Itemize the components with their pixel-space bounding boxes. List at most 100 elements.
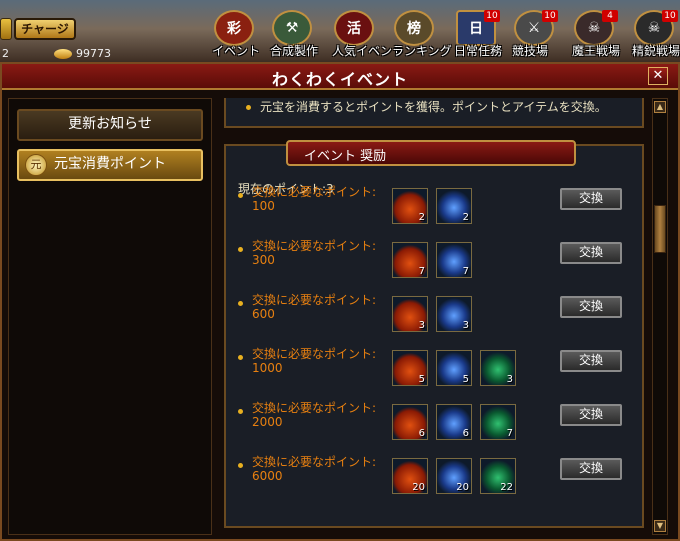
hud-label[interactable]: 魔王戦場 <box>572 42 620 59</box>
required-points-value: 600 <box>252 307 275 321</box>
hud-glyph-icon: ⚔ <box>527 20 541 36</box>
item-quantity: 5 <box>462 374 469 385</box>
notice-text: 元宝を消費するとポイントを獲得。ポイントとアイテムを交換。 <box>260 100 607 114</box>
reward-row: 交換に必要なポイント: 100 2 2 交換 <box>236 186 636 230</box>
hud-glyph-icon: 活 <box>347 21 361 37</box>
scrollbar[interactable]: ▲ ▼ <box>652 98 668 535</box>
bullet-icon <box>238 247 243 252</box>
reward-item-bag-icon[interactable]: 2 <box>392 188 428 224</box>
reward-row: 交換に必要なポイント: 1000 5 5 3 交換 <box>236 348 636 392</box>
nav-ingot-points-label: 元宝消費ポイント <box>54 156 166 172</box>
reward-header: イベント 奨励 <box>286 140 576 166</box>
required-points-value: 100 <box>252 199 275 213</box>
required-points-label: 交換に必要なポイント: <box>252 293 377 307</box>
required-points-label: 交換に必要なポイント: <box>252 401 377 415</box>
reward-item-bottle-icon[interactable]: 3 <box>436 296 472 332</box>
scroll-thumb[interactable] <box>654 205 666 253</box>
reward-header-title: イベント 奨励 <box>304 149 387 164</box>
hud-label[interactable]: 合成製作 <box>270 42 318 59</box>
reward-item-bottle-icon[interactable]: 6 <box>436 404 472 440</box>
hud-glyph-icon: ☠ <box>647 20 661 36</box>
reward-item-bag-icon[interactable]: 7 <box>392 242 428 278</box>
gold-ingot-icon <box>54 49 72 59</box>
bullet-icon <box>246 105 251 110</box>
hud-badge: 10 <box>662 10 678 22</box>
bullet-icon <box>238 301 243 306</box>
reward-item-bag-icon[interactable]: 3 <box>392 296 428 332</box>
ingot-coin-icon: 元 <box>25 154 47 176</box>
nav-update-notice[interactable]: 更新お知らせ <box>17 109 203 141</box>
close-button[interactable]: ✕ <box>648 67 668 85</box>
exchange-button[interactable]: 交換 <box>560 404 622 426</box>
hud-badge: 4 <box>602 10 618 22</box>
exchange-button[interactable]: 交換 <box>560 458 622 480</box>
required-points-label: 交換に必要なポイント: <box>252 239 377 253</box>
exchange-button[interactable]: 交換 <box>560 188 622 210</box>
hud-label[interactable]: ランキング <box>392 42 452 59</box>
exchange-button[interactable]: 交換 <box>560 296 622 318</box>
reward-item-bag-icon[interactable]: 20 <box>392 458 428 494</box>
item-quantity: 6 <box>418 428 425 439</box>
reward-item-bottle-icon[interactable]: 5 <box>436 350 472 386</box>
bullet-icon <box>238 355 243 360</box>
hud-left-button[interactable] <box>0 18 12 40</box>
bullet-icon <box>238 193 243 198</box>
item-quantity: 3 <box>418 320 425 331</box>
required-points-value: 2000 <box>252 415 283 429</box>
reward-item-chest-icon[interactable]: 7 <box>480 404 516 440</box>
notice-panel: 元宝を消費するとポイントを獲得。ポイントとアイテムを交換。 <box>224 98 644 128</box>
required-points-value: 300 <box>252 253 275 267</box>
item-quantity: 7 <box>506 428 513 439</box>
bullet-icon <box>238 409 243 414</box>
reward-row: 交換に必要なポイント: 6000 20 20 22 交換 <box>236 456 636 500</box>
exchange-button[interactable]: 交換 <box>560 242 622 264</box>
item-quantity: 2 <box>462 212 469 223</box>
top-hud: チャージ 2万 99773 彩 イベント ⚒ 合成製作 活 人気イベント 榜 ラ… <box>0 0 680 75</box>
item-quantity: 20 <box>412 482 425 493</box>
item-quantity: 5 <box>418 374 425 385</box>
item-quantity: 2 <box>418 212 425 223</box>
reward-item-chest-icon[interactable]: 22 <box>480 458 516 494</box>
item-quantity: 3 <box>462 320 469 331</box>
reward-item-bottle-icon[interactable]: 7 <box>436 242 472 278</box>
reward-row: 交換に必要なポイント: 2000 6 6 7 交換 <box>236 402 636 446</box>
item-quantity: 7 <box>418 266 425 277</box>
hud-icon-1[interactable]: ⚒ <box>272 10 312 46</box>
bullet-icon <box>238 463 243 468</box>
hud-glyph-icon: ⚒ <box>285 20 299 36</box>
item-quantity: 20 <box>456 482 469 493</box>
item-quantity: 7 <box>462 266 469 277</box>
hud-glyph-icon: 榜 <box>407 21 421 37</box>
hud-icon-0[interactable]: 彩 <box>214 10 254 46</box>
hud-label[interactable]: イベント <box>212 42 260 59</box>
hud-label[interactable]: 精鋭戦場 <box>632 42 680 59</box>
reward-item-bottle-icon[interactable]: 20 <box>436 458 472 494</box>
hud-icon-2[interactable]: 活 <box>334 10 374 46</box>
nav-ingot-points[interactable]: 元 元宝消費ポイント <box>17 149 203 181</box>
scroll-down-arrow-icon[interactable]: ▼ <box>654 520 666 532</box>
hud-label[interactable]: 競技場 <box>512 42 548 59</box>
currency-amount-b: 99773 <box>76 47 111 60</box>
required-points-value: 6000 <box>252 469 283 483</box>
window-title-bar: わくわくイベント ✕ <box>2 64 678 90</box>
exchange-button[interactable]: 交換 <box>560 350 622 372</box>
reward-panel: イベント 奨励 現在のポイント:3 交換に必要なポイント: 100 2 2 交換… <box>224 140 644 528</box>
item-quantity: 3 <box>506 374 513 385</box>
reward-item-chest-icon[interactable]: 3 <box>480 350 516 386</box>
reward-item-bottle-icon[interactable]: 2 <box>436 188 472 224</box>
hud-glyph-icon: 彩 <box>227 21 241 37</box>
hud-label[interactable]: 日常任務 <box>454 42 502 59</box>
required-points-label: 交換に必要なポイント: <box>252 347 377 361</box>
required-points-value: 1000 <box>252 361 283 375</box>
reward-item-bag-icon[interactable]: 5 <box>392 350 428 386</box>
reward-row: 交換に必要なポイント: 300 7 7 交換 <box>236 240 636 284</box>
charge-button[interactable]: チャージ <box>14 18 76 40</box>
hud-icon-3[interactable]: 榜 <box>394 10 434 46</box>
item-quantity: 6 <box>462 428 469 439</box>
hud-badge: 10 <box>542 10 558 22</box>
scroll-up-arrow-icon[interactable]: ▲ <box>654 101 666 113</box>
reward-row: 交換に必要なポイント: 600 3 3 交換 <box>236 294 636 338</box>
required-points-label: 交換に必要なポイント: <box>252 185 377 199</box>
event-nav-panel: 更新お知らせ 元 元宝消費ポイント <box>8 98 212 535</box>
reward-item-bag-icon[interactable]: 6 <box>392 404 428 440</box>
